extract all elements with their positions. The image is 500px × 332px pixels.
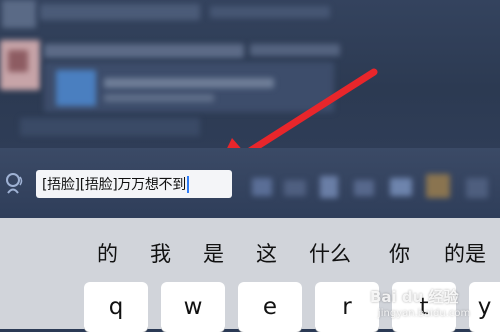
emoji-strip (240, 168, 500, 208)
emoji-icon[interactable] (252, 178, 272, 196)
emoji-icon[interactable] (426, 174, 450, 198)
emoji-icon[interactable] (390, 178, 412, 196)
candidate-word[interactable]: 的 (97, 238, 118, 268)
key-w[interactable]: w (161, 282, 225, 332)
emoji-icon[interactable] (354, 180, 374, 196)
chat-history (0, 0, 500, 148)
candidate-word[interactable]: 我 (150, 238, 171, 268)
emoji-icon[interactable] (466, 178, 488, 198)
text-caret (186, 175, 189, 193)
candidate-word[interactable]: 你 (389, 238, 410, 268)
message-input[interactable]: [捂脸][捂脸]万万想不到 (36, 170, 232, 198)
key-y[interactable]: y (469, 282, 500, 332)
candidate-word[interactable]: 是 (203, 238, 224, 268)
key-t[interactable]: t (392, 282, 456, 332)
annotation-arrow-icon (227, 68, 378, 148)
emoji-icon[interactable] (284, 180, 306, 196)
emoji-icon[interactable] (320, 176, 338, 198)
key-e[interactable]: e (238, 282, 302, 332)
voice-input-icon (6, 173, 23, 194)
candidate-word[interactable]: 的是 (444, 238, 486, 268)
candidate-word[interactable]: 什么 (309, 238, 351, 268)
candidate-bar: 的 我 是 这 什么 你 的是 (0, 218, 500, 280)
key-q[interactable]: q (84, 282, 148, 332)
keyboard: 的 我 是 这 什么 你 的是 q w e r t y (0, 218, 500, 332)
input-bar: [捂脸][捂脸]万万想不到 (0, 148, 500, 218)
message-input-value: [捂脸][捂脸]万万想不到 (42, 177, 186, 193)
candidate-word[interactable]: 这 (256, 238, 277, 268)
voice-input-button[interactable] (0, 168, 30, 200)
key-r[interactable]: r (315, 282, 379, 332)
